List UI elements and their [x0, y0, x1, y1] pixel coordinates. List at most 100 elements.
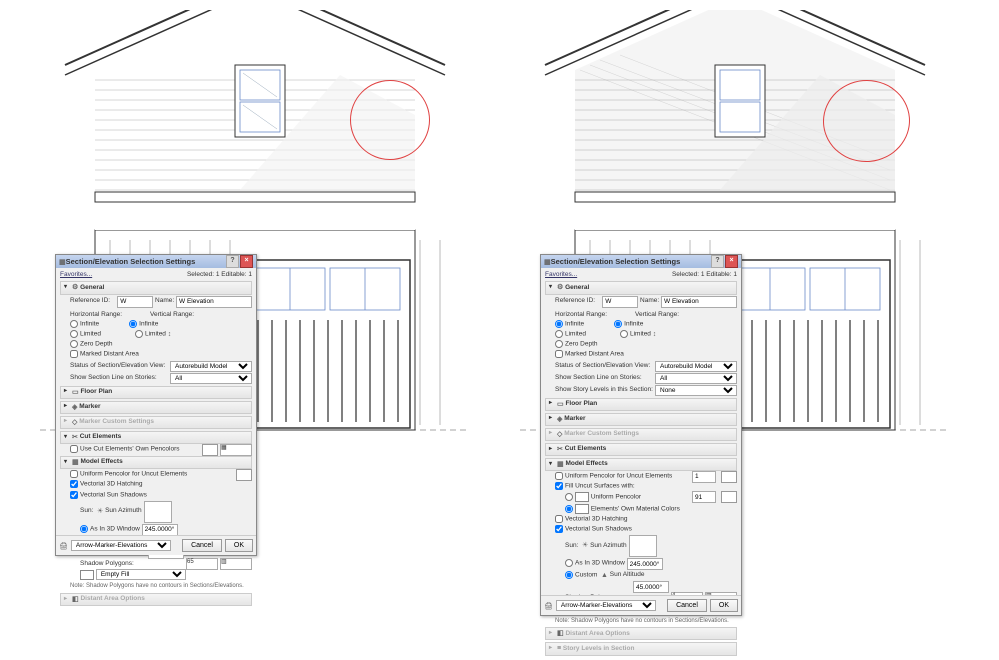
uniform-pen-index[interactable] [692, 491, 716, 503]
shadow-note: Note: Shadow Polygons have no contours i… [70, 583, 252, 591]
section-modeleffects[interactable]: ▾▦ Model Effects [60, 456, 252, 469]
section-modeleffects[interactable]: ▾▦ Model Effects [545, 458, 737, 471]
uniform-pen-radio[interactable]: Uniform Pencolor [565, 492, 641, 502]
refid-label: Reference ID: [70, 297, 117, 305]
settings-dialog-right: ▦ Section/Elevation Selection Settings ?… [540, 254, 742, 616]
showline-select[interactable]: All [655, 373, 737, 384]
hrange-infinite[interactable]: Infinite [70, 320, 99, 329]
refid-input[interactable] [602, 296, 638, 308]
vrange-limited[interactable]: Limited [135, 330, 166, 339]
vectorial-sun-check[interactable]: Vectorial Sun Shadows [555, 525, 632, 534]
chevron-right-icon: ▸ [64, 388, 72, 396]
selected-info: Selected: 1 Editable: 1 [187, 271, 252, 279]
section-icon: ▦ [544, 258, 551, 266]
chevron-down-icon: ▾ [64, 434, 72, 442]
status-select[interactable]: Autorebuild Model [170, 361, 252, 372]
close-icon[interactable]: × [725, 255, 738, 268]
sun-asin3d[interactable]: As In 3D Window [80, 525, 140, 534]
close-icon[interactable]: × [240, 255, 253, 268]
pen-well[interactable] [202, 444, 218, 456]
sun-preview [629, 535, 657, 557]
section-floorplan[interactable]: ▸▭ Floor Plan [545, 398, 737, 411]
fill-swatch[interactable] [80, 570, 94, 580]
sun-icon: ☀ [582, 541, 588, 550]
section-marker[interactable]: ▸◈ Marker [545, 413, 737, 426]
section-storylevels: ▸≡ Story Levels in Section [545, 642, 737, 655]
chevron-down-icon: ▾ [64, 284, 72, 292]
section-icon: ▦ [59, 258, 66, 266]
vrange-limited[interactable]: Limited [620, 330, 651, 339]
vectorial-hatching-check[interactable]: Vectorial 3D Hatching [555, 515, 628, 524]
print-icon[interactable]: 🖨 [544, 602, 553, 610]
hrange-infinite[interactable]: Infinite [555, 320, 584, 329]
hrange-limited[interactable]: Limited [70, 330, 101, 339]
cancel-button[interactable]: Cancel [182, 539, 222, 552]
showline-select[interactable]: All [170, 373, 252, 384]
hrange-limited[interactable]: Limited [555, 330, 586, 339]
dialog-titlebar[interactable]: ▦ Section/Elevation Selection Settings ?… [541, 255, 741, 268]
sun-asin3d[interactable]: As In 3D Window [565, 559, 625, 568]
azimuth-input[interactable] [627, 558, 663, 570]
dialog-title: Section/Elevation Selection Settings [551, 257, 681, 266]
section-distant: ▸◧ Distant Area Options [60, 593, 252, 606]
section-distant: ▸◧ Distant Area Options [545, 627, 737, 640]
help-icon[interactable]: ? [711, 255, 724, 268]
marker-select[interactable]: Arrow-Marker-Elevations [71, 540, 171, 551]
fill-uncut-check[interactable]: Fill Uncut Surfaces with: [555, 482, 635, 491]
section-marker[interactable]: ▸◈ Marker [60, 401, 252, 414]
marker-select[interactable]: Arrow-Marker-Elevations [556, 600, 656, 611]
chevron-down-icon: ▾ [64, 459, 72, 467]
chevron-right-icon: ▸ [64, 403, 72, 411]
print-icon[interactable]: 🖨 [59, 542, 68, 550]
limit-icon[interactable]: ↕ [653, 330, 657, 339]
azimuth-input[interactable] [142, 524, 178, 536]
section-cutelements[interactable]: ▸✂ Cut Elements [545, 443, 737, 456]
favorites-link[interactable]: Favorites... [545, 271, 577, 279]
uniform-uncut-check[interactable]: Uniform Pencolor for Uncut Elements [555, 472, 672, 481]
uniform-uncut-check[interactable]: Uniform Pencolor for Uncut Elements [70, 470, 187, 479]
hrange-zero[interactable]: Zero Depth [555, 340, 598, 349]
section-cutelements[interactable]: ▾✂ Cut Elements [60, 431, 252, 444]
showstory-select[interactable]: None [655, 385, 737, 396]
marked-distant-check[interactable]: Marked Distant Area [70, 350, 139, 359]
refid-input[interactable] [117, 296, 153, 308]
marked-distant-check[interactable]: Marked Distant Area [555, 350, 624, 359]
annotation-circle-left [350, 80, 430, 160]
sun-custom[interactable]: Custom [565, 571, 597, 580]
hrange-zero[interactable]: Zero Depth [70, 340, 113, 349]
status-select[interactable]: Autorebuild Model [655, 361, 737, 372]
shadow-note: Note: Shadow Polygons have no contours i… [555, 618, 737, 626]
ok-button[interactable]: OK [710, 599, 738, 612]
vectorial-hatching-check[interactable]: Vectorial 3D Hatching [70, 480, 143, 489]
section-general[interactable]: ▾⚙ General [60, 281, 252, 294]
selected-info: Selected: 1 Editable: 1 [672, 271, 737, 279]
dialog-titlebar[interactable]: ▦ Section/Elevation Selection Settings ?… [56, 255, 256, 268]
vrange-infinite[interactable]: Infinite [129, 320, 158, 329]
vrange-infinite[interactable]: Infinite [614, 320, 643, 329]
sun-icon: ☀ [97, 507, 103, 516]
uncut-pen-well[interactable] [236, 469, 252, 481]
uncut-pen-index[interactable] [692, 471, 716, 483]
vectorial-sun-check[interactable]: Vectorial Sun Shadows [70, 491, 147, 500]
altitude-input[interactable] [633, 581, 669, 593]
help-icon[interactable]: ? [226, 255, 239, 268]
favorites-link[interactable]: Favorites... [60, 271, 92, 279]
shadow-index2[interactable]: ▥ [220, 558, 252, 570]
cancel-button[interactable]: Cancel [667, 599, 707, 612]
section-marker-custom: ▸◇ Marker Custom Settings [60, 416, 252, 429]
section-floorplan[interactable]: ▸▭ Floor Plan [60, 386, 252, 399]
shadow-index[interactable]: 65 [186, 558, 218, 570]
settings-dialog-left: ▦ Section/Elevation Selection Settings ?… [55, 254, 257, 556]
ok-button[interactable]: OK [225, 539, 253, 552]
name-input[interactable] [661, 296, 737, 308]
linetype-select[interactable]: ▦ [220, 444, 252, 456]
dialog-title: Section/Elevation Selection Settings [66, 257, 196, 266]
own-material-radio[interactable]: Elements' Own Material Colors [565, 504, 680, 514]
fill-select[interactable]: Empty Fill [96, 569, 186, 580]
sun-preview [144, 501, 172, 523]
uncut-pen-well[interactable] [721, 471, 737, 483]
name-input[interactable] [176, 296, 252, 308]
section-general[interactable]: ▾⚙ General [545, 281, 737, 294]
limit-icon[interactable]: ↕ [168, 330, 172, 339]
own-pencolors-check[interactable]: Use Cut Elements' Own Pencolors [70, 445, 180, 454]
